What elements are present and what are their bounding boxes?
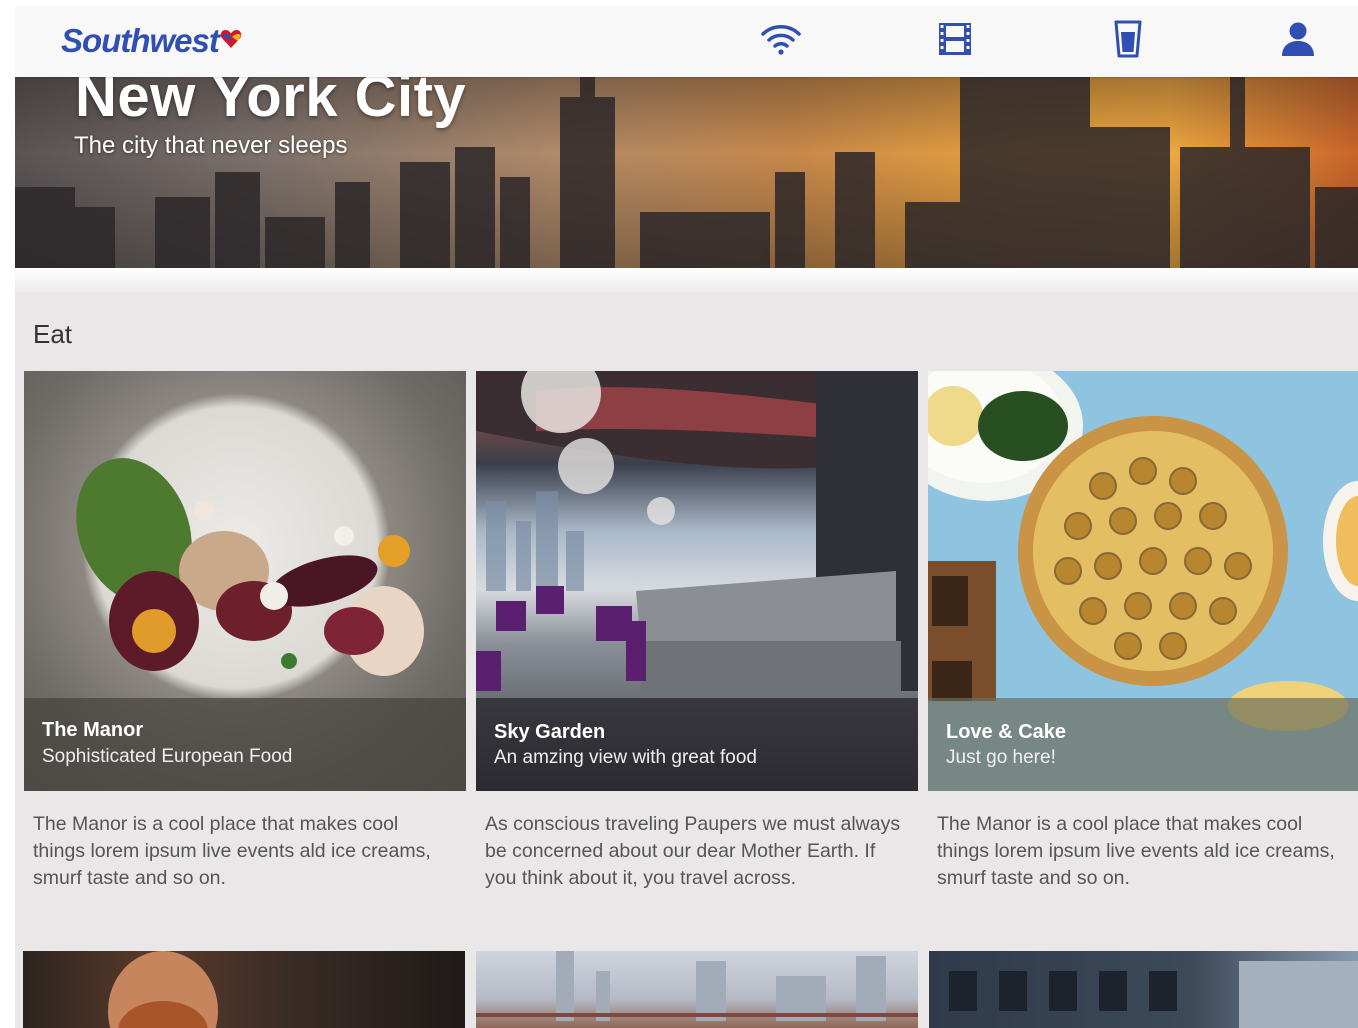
southwest-logo[interactable]: Southwest <box>61 21 242 61</box>
top-bar: Southwest <box>15 6 1358 77</box>
card-love-and-cake[interactable]: Love & Cake Just go here! The Manor is a… <box>928 371 1358 892</box>
card-title: Love & Cake <box>946 721 1067 743</box>
card-overlay <box>928 698 1358 791</box>
card-sky-garden[interactable]: Sky Garden An amzing view with great foo… <box>476 371 918 892</box>
app-frame: Southwest New York City The city that ne… <box>15 6 1358 1028</box>
card-subtitle: Sophisticated European Food <box>42 746 293 767</box>
hero-subtitle: The city that never sleeps <box>74 132 348 159</box>
divider <box>15 268 1358 292</box>
wifi-icon[interactable] <box>759 19 803 59</box>
brand-name: Southwest <box>61 22 220 59</box>
card-partial-1[interactable] <box>23 951 465 1028</box>
card-subtitle: Just go here! <box>946 747 1056 768</box>
hero-title: New York City <box>75 77 467 129</box>
card-title: Sky Garden <box>494 721 606 743</box>
hero-banner: New York City The city that never sleeps <box>15 77 1358 268</box>
card-image[interactable]: Sky Garden An amzing view with great foo… <box>476 371 918 791</box>
card-description: The Manor is a cool place that makes coo… <box>937 813 1335 889</box>
profile-icon[interactable] <box>1276 19 1320 59</box>
card-the-manor[interactable]: The Manor Sophisticated European Food Th… <box>24 371 466 892</box>
card-image <box>949 961 1358 1028</box>
card-title: The Manor <box>42 719 144 741</box>
card-image[interactable]: The Manor Sophisticated European Food <box>24 371 466 791</box>
card-image[interactable]: Love & Cake Just go here! <box>928 371 1358 791</box>
movie-icon[interactable] <box>933 19 977 59</box>
section-title: Eat <box>33 319 73 349</box>
card-image <box>476 951 918 1021</box>
card-image <box>108 951 218 1028</box>
heart-logo-icon <box>220 30 242 48</box>
card-description: The Manor is a cool place that makes coo… <box>33 813 431 889</box>
drink-icon[interactable] <box>1106 19 1150 59</box>
card-partial-2[interactable] <box>476 951 918 1028</box>
card-overlay <box>476 698 918 791</box>
card-overlay <box>24 698 466 791</box>
card-description: As conscious traveling Paupers we must a… <box>485 813 901 889</box>
card-subtitle: An amzing view with great food <box>494 747 757 768</box>
card-partial-3[interactable] <box>929 951 1358 1028</box>
